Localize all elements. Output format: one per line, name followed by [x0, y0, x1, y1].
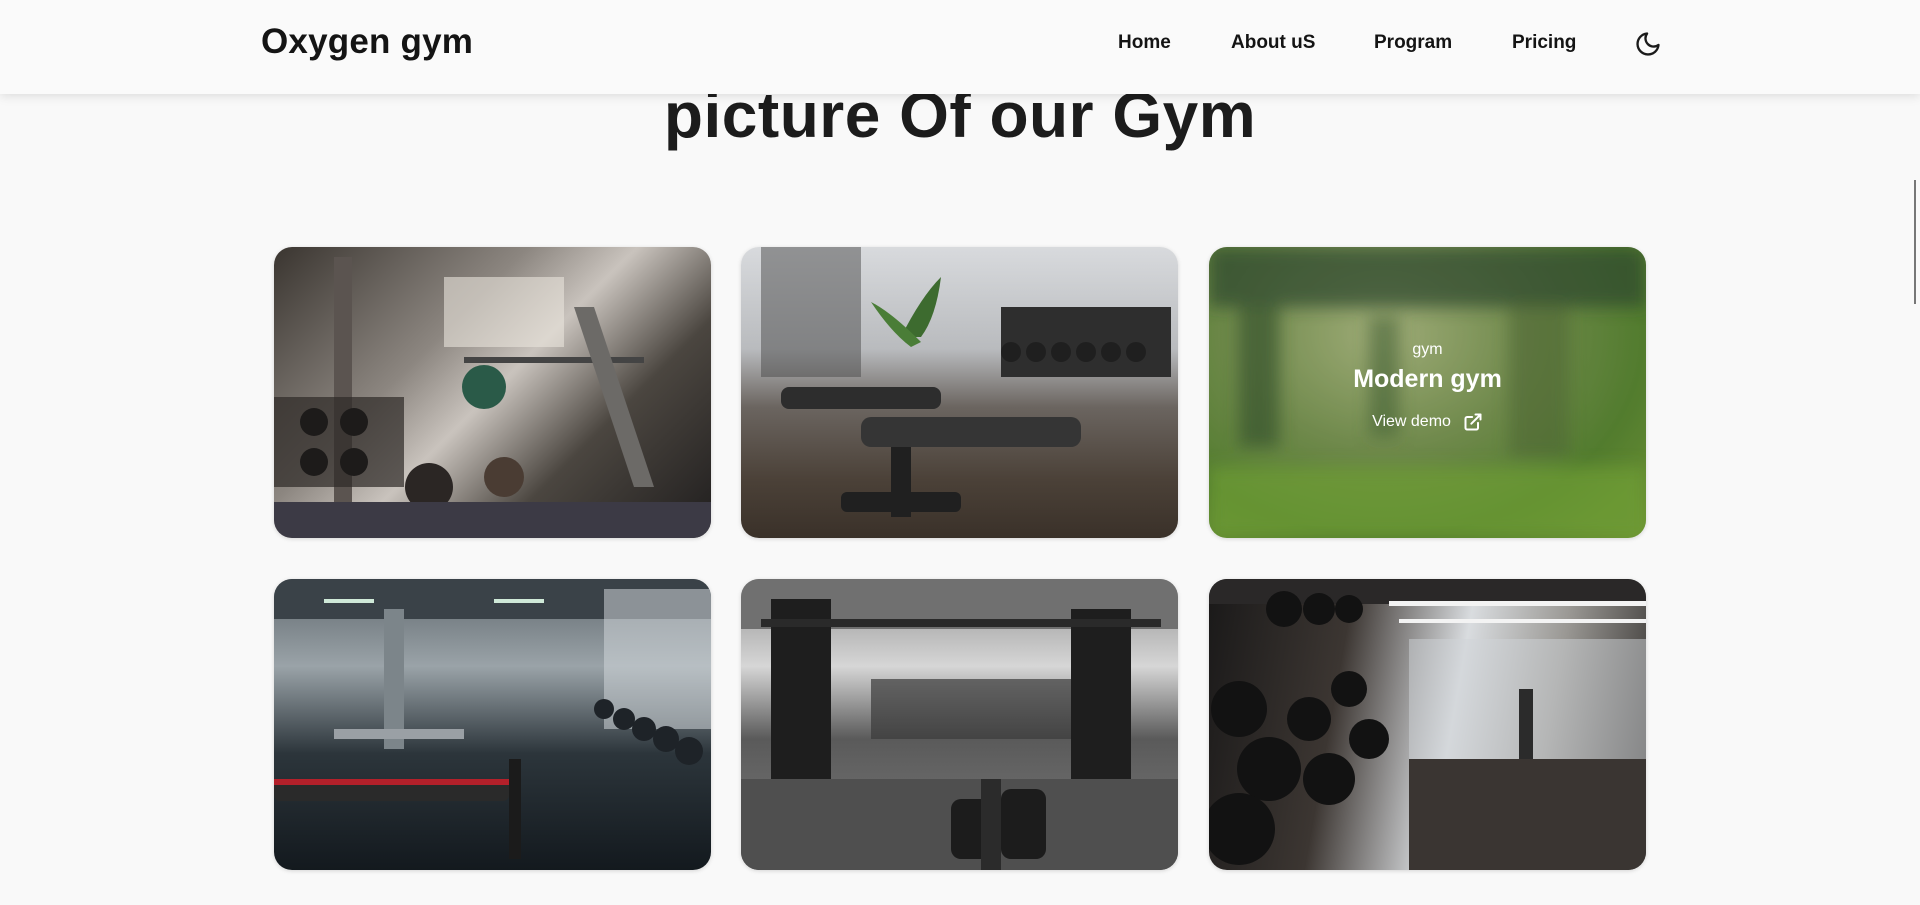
card-title: Modern gym: [1353, 365, 1502, 393]
card-category: gym: [1412, 341, 1443, 358]
external-link-icon: [1464, 413, 1482, 431]
gym-benches-dumbbells-photo: [761, 247, 1171, 517]
moon-icon[interactable]: [1634, 30, 1662, 58]
nav-home[interactable]: Home: [1118, 32, 1171, 54]
gym-weight-room-photo: [274, 257, 711, 538]
view-demo-link[interactable]: View demo: [1372, 412, 1483, 432]
gallery-card-5[interactable]: [741, 579, 1178, 870]
gallery-card-6[interactable]: [1209, 579, 1646, 870]
gallery-card-2[interactable]: [741, 247, 1178, 538]
nav-program[interactable]: Program: [1374, 32, 1452, 54]
scrollbar-thumb[interactable]: [1914, 180, 1916, 304]
gallery-card-3[interactable]: gym Modern gym View demo: [1209, 247, 1646, 538]
gym-cable-machines-photo: [741, 579, 1178, 870]
nav-about[interactable]: About uS: [1231, 32, 1315, 54]
card-overlay: gym Modern gym View demo: [1209, 247, 1646, 538]
view-demo-label: View demo: [1372, 413, 1451, 430]
gallery-card-4[interactable]: [274, 579, 711, 870]
site-header: Oxygen gym Home About uS Program Pricing: [0, 0, 1920, 94]
logo[interactable]: Oxygen gym: [261, 22, 473, 62]
nav-pricing[interactable]: Pricing: [1512, 32, 1576, 54]
gym-dumbbell-rack-photo: [1209, 579, 1646, 870]
gym-dark-hall-photo: [274, 579, 711, 859]
gallery-card-1[interactable]: [274, 247, 711, 538]
